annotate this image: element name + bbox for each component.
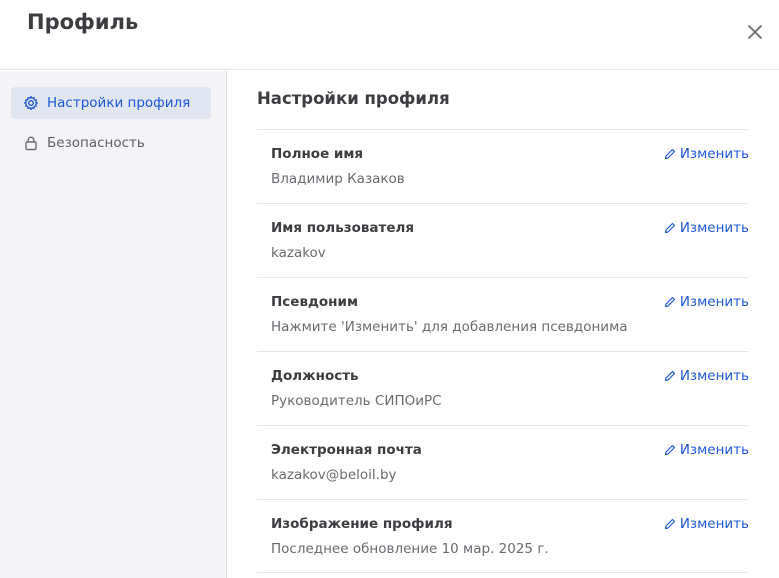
field-value: kazakov@beloil.by xyxy=(271,467,397,483)
field-label: Должность xyxy=(271,368,359,384)
field-label: Изображение профиля xyxy=(271,516,453,532)
field-row-email: Электронная почта kazakov@beloil.by Изме… xyxy=(257,425,749,499)
field-label: Псевдоним xyxy=(271,294,358,310)
sidebar-item-profile-settings[interactable]: Настройки профиля xyxy=(11,87,211,119)
pencil-icon xyxy=(664,370,675,382)
edit-label: Изменить xyxy=(679,368,749,384)
edit-email-button[interactable]: Изменить xyxy=(664,442,749,458)
sidebar-item-security[interactable]: Безопасность xyxy=(11,127,211,159)
field-row-nickname: Псевдоним Нажмите 'Изменить' для добавле… xyxy=(257,277,749,351)
edit-username-button[interactable]: Изменить xyxy=(664,220,749,236)
edit-label: Изменить xyxy=(679,146,749,162)
field-value: Нажмите 'Изменить' для добавления псевдо… xyxy=(271,319,628,335)
edit-profile-image-button[interactable]: Изменить xyxy=(664,516,749,532)
close-icon xyxy=(748,25,762,39)
field-row-profile-image: Изображение профиля Последнее обновление… xyxy=(257,499,749,573)
field-value: Руководитель СИПОиРС xyxy=(271,393,442,409)
field-label: Полное имя xyxy=(271,146,364,162)
sidebar: Настройки профиля Безопасность xyxy=(0,71,227,578)
edit-label: Изменить xyxy=(679,220,749,236)
field-value: Владимир Казаков xyxy=(271,171,405,187)
pencil-icon xyxy=(664,444,675,456)
edit-full-name-button[interactable]: Изменить xyxy=(664,146,749,162)
field-row-username: Имя пользователя kazakov Изменить xyxy=(257,203,749,277)
pencil-icon xyxy=(664,222,675,234)
dialog-title: Профиль xyxy=(27,10,139,34)
edit-position-button[interactable]: Изменить xyxy=(664,368,749,384)
field-label: Имя пользователя xyxy=(271,220,415,236)
field-row-position: Должность Руководитель СИПОиРС Изменить xyxy=(257,351,749,425)
lock-icon xyxy=(25,136,37,151)
field-value: kazakov xyxy=(271,245,326,261)
pencil-icon xyxy=(664,148,675,160)
pencil-icon xyxy=(664,518,675,530)
sidebar-item-label: Безопасность xyxy=(47,135,145,151)
close-button[interactable] xyxy=(743,20,767,44)
field-value: Последнее обновление 10 мар. 2025 г. xyxy=(271,541,549,557)
edit-label: Изменить xyxy=(679,442,749,458)
edit-label: Изменить xyxy=(679,294,749,310)
edit-nickname-button[interactable]: Изменить xyxy=(664,294,749,310)
sidebar-item-label: Настройки профиля xyxy=(47,95,191,111)
field-row-full-name: Полное имя Владимир Казаков Изменить xyxy=(257,129,749,203)
dialog-header: Профиль xyxy=(0,0,779,70)
main-content: Настройки профиля Полное имя Владимир Ка… xyxy=(228,71,779,578)
edit-label: Изменить xyxy=(679,516,749,532)
field-label: Электронная почта xyxy=(271,442,422,458)
section-title: Настройки профиля xyxy=(257,89,450,108)
gear-icon xyxy=(24,95,38,111)
pencil-icon xyxy=(664,296,675,308)
